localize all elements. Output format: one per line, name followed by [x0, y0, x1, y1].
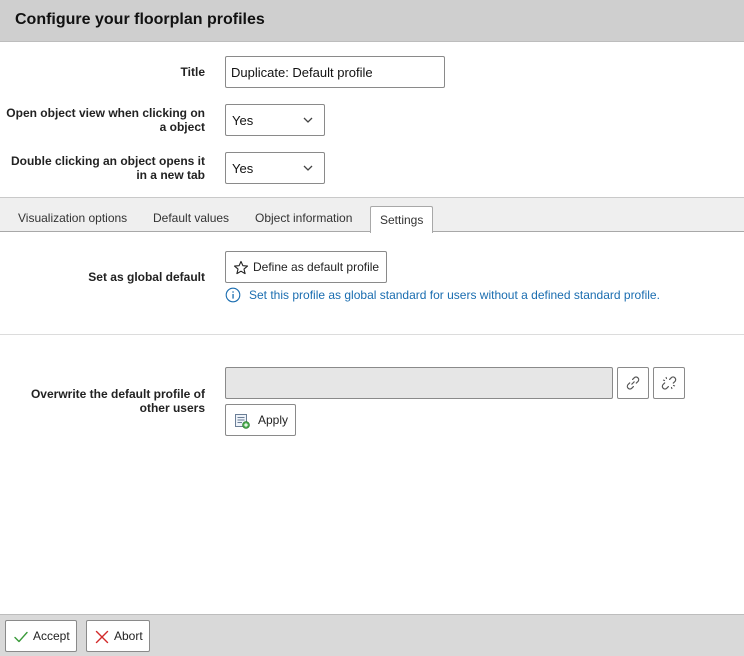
double-click-select[interactable]: Yes [225, 152, 325, 184]
global-default-label: Set as global default [88, 270, 205, 284]
unlink-icon [661, 376, 677, 390]
double-click-label: Double clicking an object opens it in a … [11, 154, 205, 182]
dialog-title: Configure your floorplan profiles [15, 11, 265, 28]
open-view-label: Open object view when clicking on a obje… [6, 106, 205, 134]
title-input[interactable] [225, 56, 445, 88]
overwrite-users-input [225, 367, 613, 399]
apply-button[interactable]: Apply [225, 404, 296, 436]
section-divider [0, 334, 744, 335]
accept-button[interactable]: Accept [5, 620, 77, 652]
checkmark-icon [14, 631, 28, 643]
tab-default-values[interactable]: Default values [153, 211, 229, 225]
close-icon [95, 630, 109, 644]
dialog-header: Configure your floorplan profiles [0, 0, 744, 42]
double-click-label-line1: Double clicking an object opens it [10, 154, 205, 168]
open-view-select[interactable]: Yes [225, 104, 325, 136]
open-view-label-line1: Open object view when clicking on [6, 106, 205, 120]
overwrite-label-line2: other users [139, 401, 205, 415]
abort-button[interactable]: Abort [86, 620, 150, 652]
overwrite-label: Overwrite the default profile of other u… [31, 387, 205, 415]
define-default-profile-label: Define as default profile [253, 260, 380, 274]
chevron-down-icon [303, 117, 313, 123]
open-view-label-line2: a object [159, 120, 205, 134]
overwrite-label-line1: Overwrite the default profile of [30, 387, 205, 401]
open-view-select-value: Yes [232, 113, 254, 128]
dialog-footer: Accept Abort [0, 614, 744, 656]
tab-visualization-options[interactable]: Visualization options [18, 211, 127, 225]
chevron-down-icon [303, 165, 313, 171]
title-label: Title [180, 65, 205, 79]
unlink-button[interactable] [653, 367, 685, 399]
info-text: Set this profile as global standard for … [249, 288, 660, 302]
accept-label: Accept [33, 629, 70, 643]
apply-label: Apply [258, 413, 289, 427]
link-button[interactable] [617, 367, 649, 399]
abort-label: Abort [114, 629, 143, 643]
link-icon [626, 376, 640, 390]
tab-bar: Visualization options Default values Obj… [0, 197, 744, 233]
double-click-select-value: Yes [232, 161, 254, 176]
star-icon [233, 260, 249, 275]
info-icon [225, 287, 241, 303]
tab-object-information[interactable]: Object information [255, 211, 352, 225]
double-click-label-line2: in a new tab [136, 168, 205, 182]
apply-table-icon [235, 414, 250, 429]
tab-settings[interactable]: Settings [370, 206, 434, 233]
define-default-profile-button[interactable]: Define as default profile [225, 251, 387, 283]
